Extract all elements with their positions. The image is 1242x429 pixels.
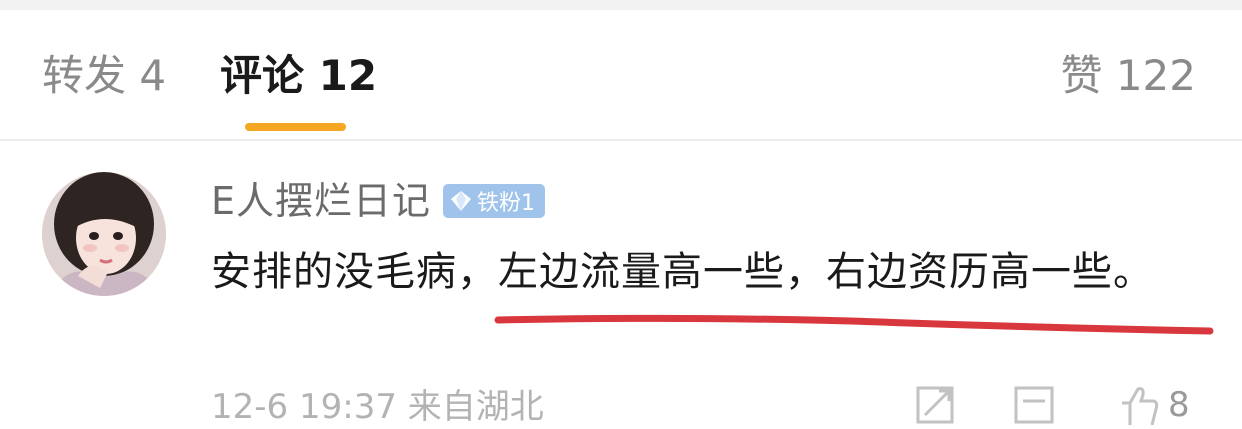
thumbs-up-icon — [1122, 387, 1159, 425]
comment-button[interactable] — [1013, 385, 1057, 429]
like-button[interactable]: 8 — [1118, 385, 1190, 425]
comment-meta: 12-6 19:37 来自湖北 — [211, 387, 544, 427]
annotation-underline — [494, 314, 1214, 335]
share-button[interactable] — [915, 385, 959, 429]
comment-icon — [1014, 386, 1054, 424]
share-icon — [916, 386, 954, 424]
like-count: 8 — [1168, 385, 1190, 425]
